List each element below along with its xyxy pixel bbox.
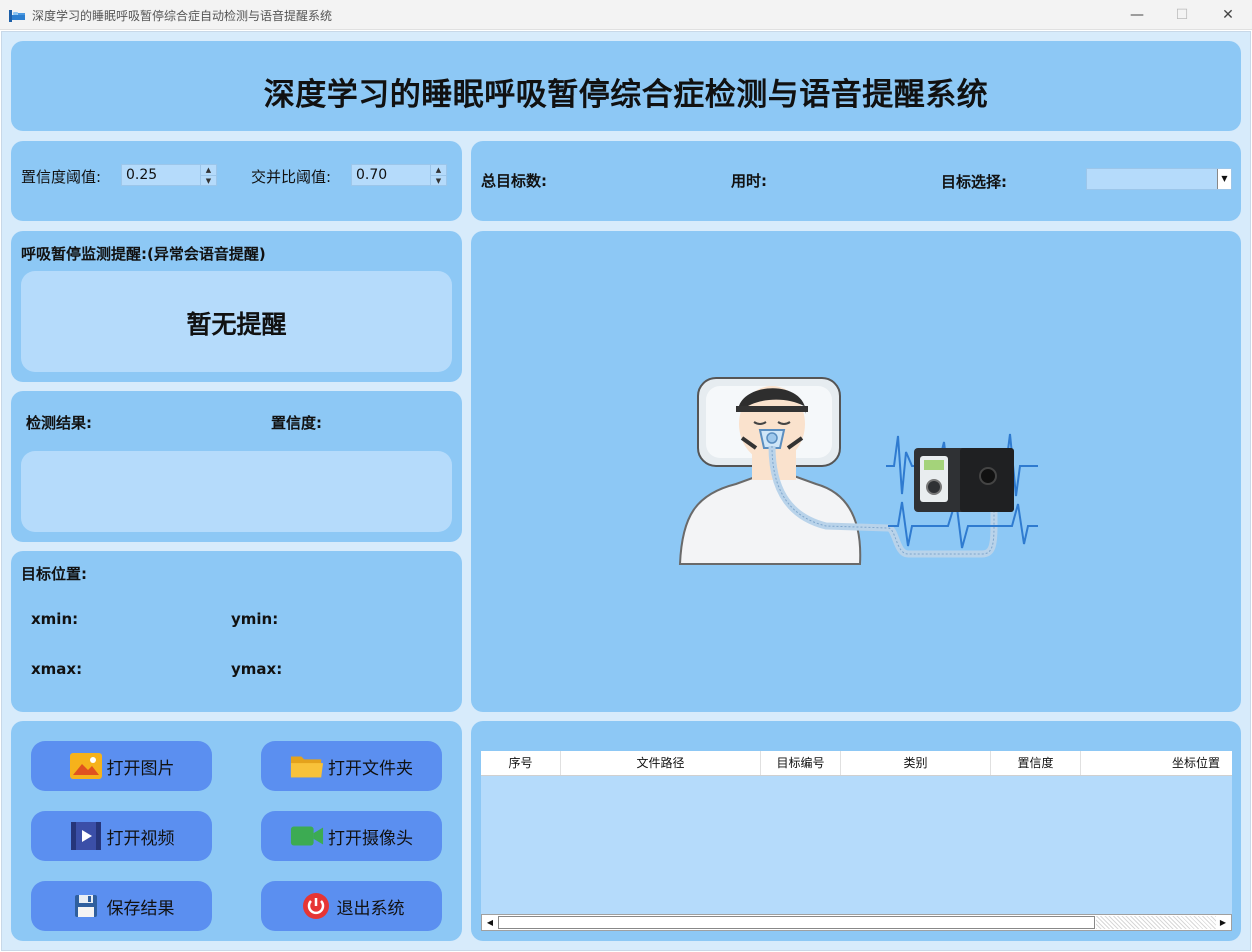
camera-icon <box>290 821 324 851</box>
save-results-button[interactable]: 保存结果 <box>31 881 212 931</box>
table-body <box>481 776 1232 914</box>
scroll-right-icon[interactable]: ▶ <box>1215 915 1231 930</box>
column-header-target-id[interactable]: 目标编号 <box>761 751 841 775</box>
detection-result-label: 检测结果: <box>26 414 92 432</box>
xmax-label: xmax: <box>31 660 83 678</box>
scrollbar-thumb[interactable] <box>498 916 1095 929</box>
open-folder-label: 打开文件夹 <box>328 758 413 779</box>
iou-threshold-spinbox[interactable]: 0.70 ▲ ▼ <box>351 164 447 186</box>
window-title: 深度学习的睡眠呼吸暂停综合症自动检测与语音提醒系统 <box>32 9 333 23</box>
save-results-label: 保存结果 <box>106 898 175 919</box>
alert-heading: 呼吸暂停监测提醒:(异常会语音提醒) <box>21 245 266 263</box>
open-video-button[interactable]: 打开视频 <box>31 811 212 861</box>
position-heading: 目标位置: <box>21 565 87 583</box>
spin-down-icon[interactable]: ▼ <box>201 175 216 186</box>
results-table[interactable]: 序号 文件路径 目标编号 类别 置信度 坐标位置 ◀ ▶ <box>481 751 1232 931</box>
column-header-class[interactable]: 类别 <box>841 751 991 775</box>
maximize-button[interactable]: ☐ <box>1159 0 1205 30</box>
result-box <box>21 451 452 532</box>
floppy-disk-icon <box>69 891 103 921</box>
open-folder-button[interactable]: 打开文件夹 <box>261 741 442 791</box>
video-icon <box>69 821 103 851</box>
result-confidence-label: 置信度: <box>271 414 322 432</box>
open-camera-button[interactable]: 打开摄像头 <box>261 811 442 861</box>
total-targets-label: 总目标数: <box>481 172 547 190</box>
open-image-button[interactable]: 打开图片 <box>31 741 212 791</box>
close-button[interactable]: ✕ <box>1205 0 1251 30</box>
scroll-left-icon[interactable]: ◀ <box>482 915 498 930</box>
spinbox-arrows[interactable]: ▲ ▼ <box>430 165 446 185</box>
image-icon <box>69 751 103 781</box>
confidence-threshold-spinbox[interactable]: 0.25 ▲ ▼ <box>121 164 217 186</box>
power-icon <box>299 891 333 921</box>
column-header-coordinates[interactable]: 坐标位置 <box>1081 751 1232 775</box>
column-header-confidence[interactable]: 置信度 <box>991 751 1081 775</box>
column-header-index[interactable]: 序号 <box>481 751 561 775</box>
ymax-label: ymax: <box>231 660 283 678</box>
app-bed-icon <box>9 10 25 22</box>
open-video-label: 打开视频 <box>106 828 175 849</box>
target-select-label: 目标选择: <box>941 173 1007 191</box>
confidence-threshold-value[interactable]: 0.25 <box>122 165 200 185</box>
open-image-label: 打开图片 <box>106 758 175 779</box>
column-header-file-path[interactable]: 文件路径 <box>561 751 761 775</box>
header-panel: 深度学习的睡眠呼吸暂停综合症检测与语音提醒系统 <box>11 41 1241 131</box>
alert-box: 暂无提醒 <box>21 271 452 372</box>
chevron-down-icon[interactable]: ▼ <box>1217 169 1231 189</box>
xmin-label: xmin: <box>31 610 79 628</box>
elapsed-time-label: 用时: <box>731 172 767 190</box>
table-header: 序号 文件路径 目标编号 类别 置信度 坐标位置 <box>481 751 1232 776</box>
exit-system-button[interactable]: 退出系统 <box>261 881 442 931</box>
scrollbar-track[interactable] <box>1096 916 1216 929</box>
spin-up-icon[interactable]: ▲ <box>431 165 446 175</box>
horizontal-scrollbar[interactable]: ◀ ▶ <box>481 914 1232 931</box>
alert-message: 暂无提醒 <box>186 310 287 339</box>
spinbox-arrows[interactable]: ▲ ▼ <box>200 165 216 185</box>
confidence-threshold-label: 置信度阈值: <box>21 168 102 186</box>
target-select-dropdown[interactable]: ▼ <box>1086 168 1232 190</box>
window-titlebar: 深度学习的睡眠呼吸暂停综合症自动检测与语音提醒系统 — ☐ ✕ <box>0 0 1252 30</box>
exit-system-label: 退出系统 <box>336 898 405 919</box>
page-title: 深度学习的睡眠呼吸暂停综合症检测与语音提醒系统 <box>263 77 989 113</box>
ymin-label: ymin: <box>231 610 279 628</box>
spin-up-icon[interactable]: ▲ <box>201 165 216 175</box>
image-display-panel <box>471 231 1241 712</box>
sleep-apnea-illustration <box>678 377 1038 565</box>
minimize-button[interactable]: — <box>1114 0 1160 30</box>
spin-down-icon[interactable]: ▼ <box>431 175 446 186</box>
open-camera-label: 打开摄像头 <box>328 828 413 849</box>
iou-threshold-value[interactable]: 0.70 <box>352 165 430 185</box>
folder-icon <box>290 751 324 781</box>
iou-threshold-label: 交并比阈值: <box>251 168 332 186</box>
